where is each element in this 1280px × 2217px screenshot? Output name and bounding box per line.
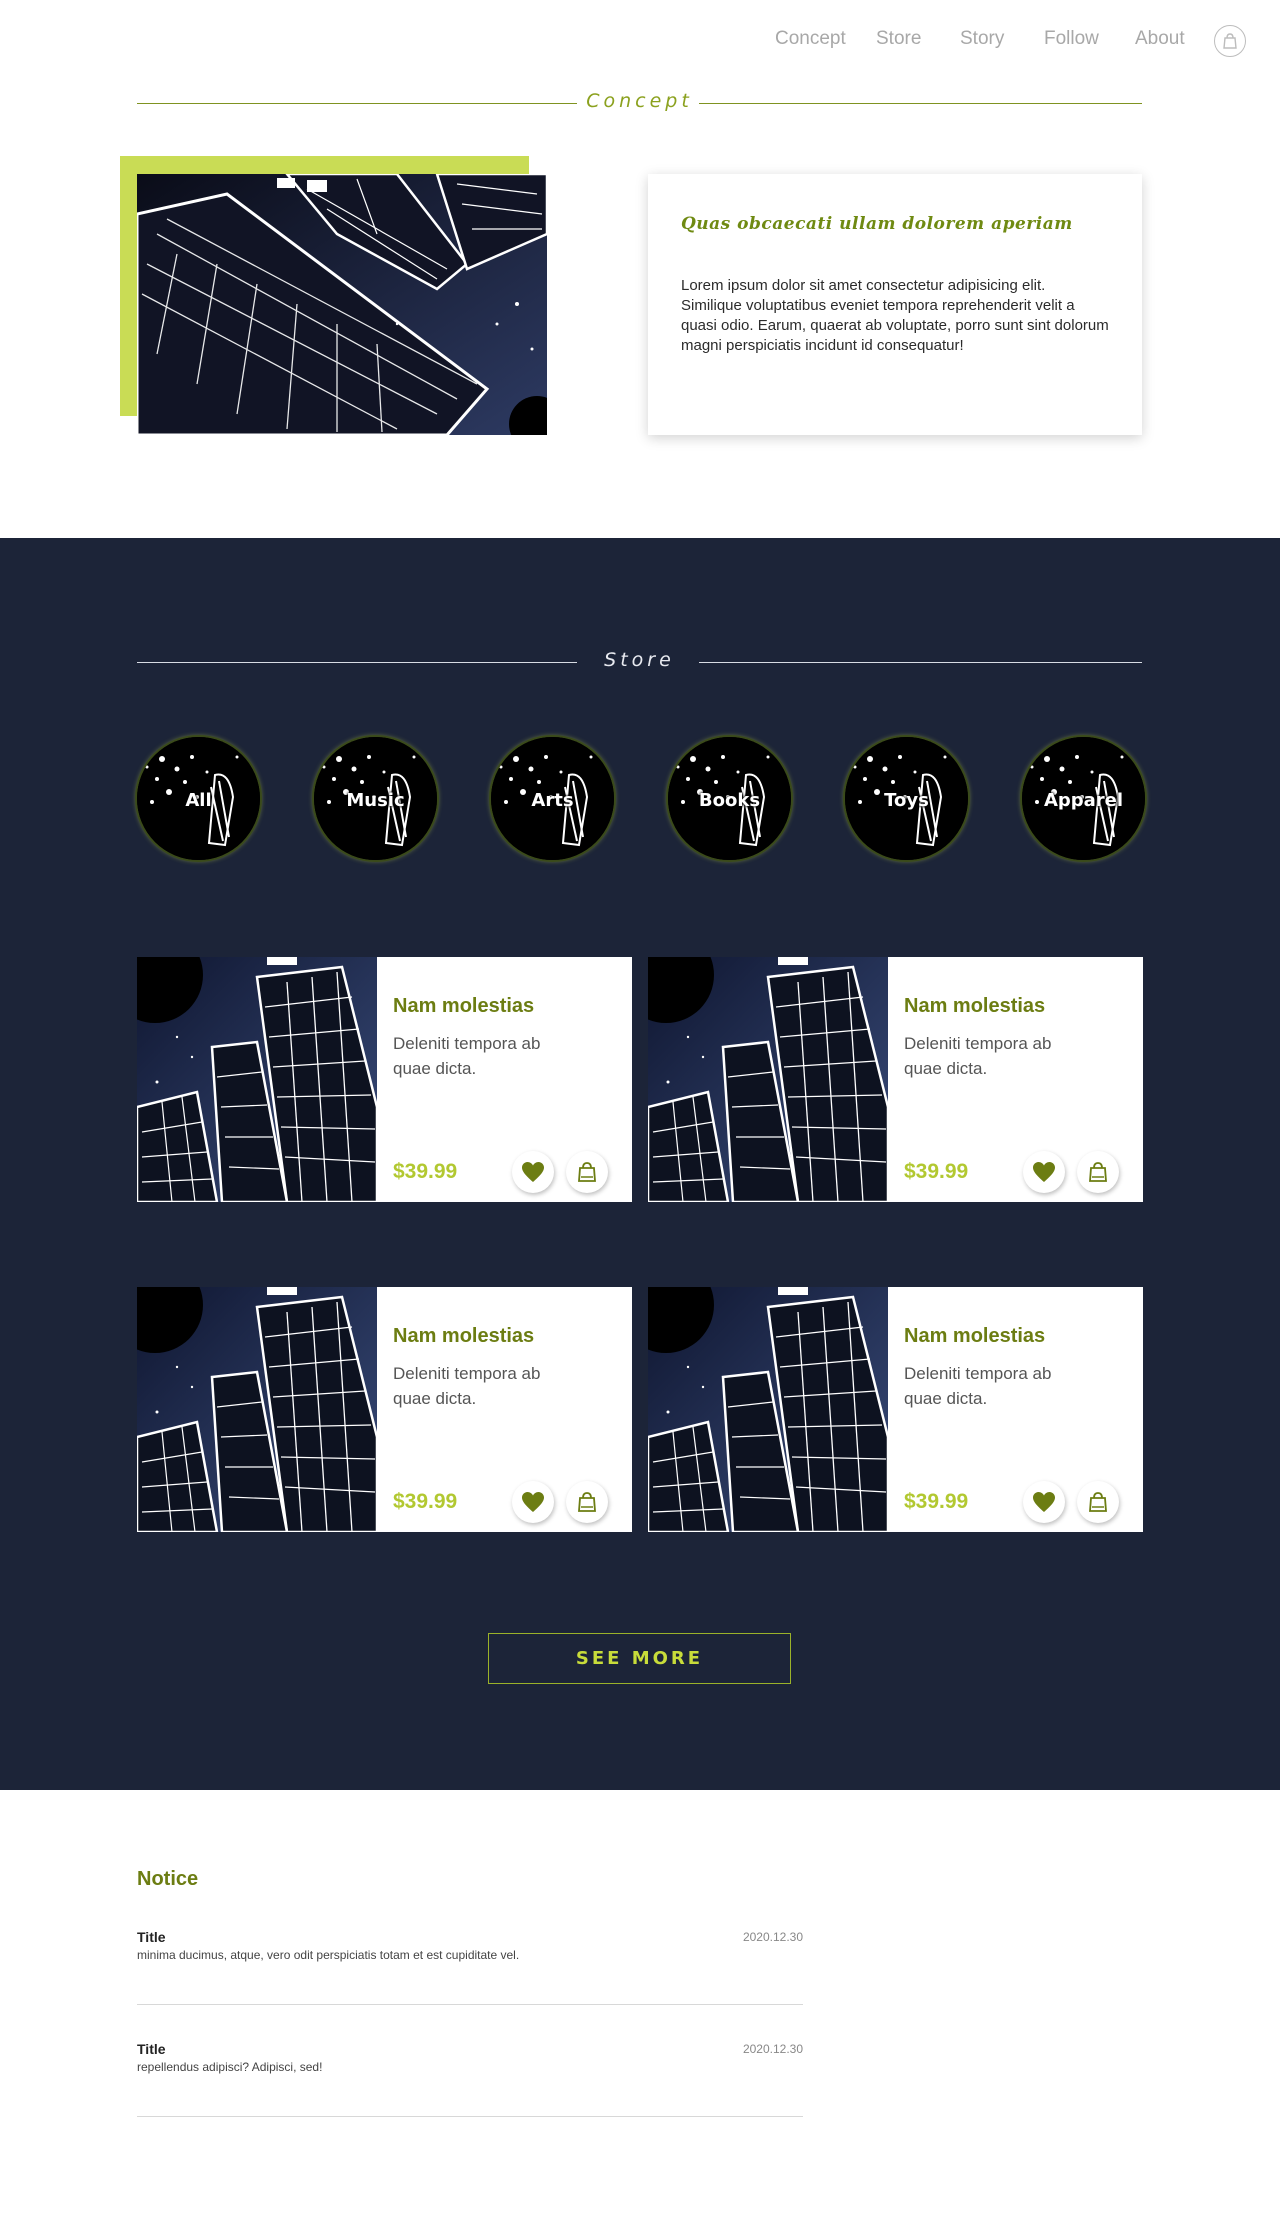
heart-icon	[1033, 1492, 1055, 1512]
notice-item[interactable]: Title repellendus adipisci? Adipisci, se…	[137, 2005, 803, 2117]
product-card[interactable]: Nam molestias Deleniti tempora ab quae di…	[137, 1287, 632, 1532]
notice-date: 2020.12.30	[742, 2042, 803, 2056]
concept-card: Quas obcaecati ullam dolorem aperiam Lor…	[648, 174, 1142, 435]
add-to-cart-button[interactable]	[566, 1481, 608, 1523]
product-price: $39.99	[904, 1490, 969, 1513]
heart-icon	[522, 1162, 544, 1182]
wishlist-button[interactable]	[512, 1481, 554, 1523]
shopping-bag-icon	[578, 1162, 596, 1182]
category-label: Music	[346, 790, 405, 811]
product-name: Nam molestias	[393, 1325, 535, 1347]
wishlist-button[interactable]	[1023, 1481, 1065, 1523]
nav-link-story[interactable]: Story	[960, 28, 1004, 50]
notice-body: repellendus adipisci? Adipisci, sed!	[137, 2060, 323, 2074]
product-price: $39.99	[393, 1160, 458, 1183]
product-card[interactable]: Nam molestias Deleniti tempora ab quae di…	[648, 957, 1143, 1202]
nav-link-about[interactable]: About	[1135, 28, 1185, 50]
category-label: Toys	[884, 790, 929, 811]
add-to-cart-button[interactable]	[566, 1151, 608, 1193]
product-price: $39.99	[393, 1490, 458, 1513]
store-heading: Store	[604, 649, 675, 671]
product-name: Nam molestias	[904, 995, 1046, 1017]
category-label: Books	[698, 790, 761, 811]
product-description: Deleniti tempora ab quae dicta.	[393, 1364, 541, 1408]
product-image	[648, 957, 888, 1202]
heart-icon	[522, 1492, 544, 1512]
shopping-bag-icon	[578, 1492, 596, 1512]
category-label: All	[185, 790, 212, 811]
category-toys[interactable]: Toys	[845, 737, 968, 860]
shopping-bag-icon	[1089, 1162, 1107, 1182]
product-description: Deleniti tempora ab quae dicta.	[904, 1034, 1052, 1078]
notice-title: Title	[137, 2041, 166, 2057]
store-section-header: Store	[137, 647, 1142, 677]
category-apparel[interactable]: Apparel	[1022, 737, 1145, 860]
wishlist-button[interactable]	[512, 1151, 554, 1193]
product-card[interactable]: Nam molestias Deleniti tempora ab quae di…	[137, 957, 632, 1202]
notice-date: 2020.12.30	[742, 1930, 803, 1944]
cart-button[interactable]	[1214, 25, 1246, 57]
top-nav: Concept Store Story Follow About	[0, 0, 1280, 80]
notice-body: minima ducimus, atque, vero odit perspic…	[137, 1948, 520, 1962]
category-music[interactable]: Music	[314, 737, 437, 860]
concept-heading: Concept	[586, 90, 693, 112]
concept-section-header: Concept	[137, 88, 1142, 118]
category-arts[interactable]: Arts	[491, 737, 614, 860]
nav-link-follow[interactable]: Follow	[1044, 28, 1099, 50]
nav-link-concept[interactable]: Concept	[775, 28, 846, 50]
concept-card-text: Lorem ipsum dolor sit amet consectetur a…	[681, 277, 1109, 354]
product-image	[137, 1287, 377, 1532]
notice-heading: Notice	[137, 1868, 199, 1890]
shopping-bag-icon	[1089, 1492, 1107, 1512]
see-more-button[interactable]: SEE MORE	[488, 1633, 791, 1684]
add-to-cart-button[interactable]	[1077, 1151, 1119, 1193]
notice-title: Title	[137, 1929, 166, 1945]
product-name: Nam molestias	[393, 995, 535, 1017]
concept-card-title: Quas obcaecati ullam dolorem aperiam	[681, 214, 1073, 234]
product-description: Deleniti tempora ab quae dicta.	[904, 1364, 1052, 1408]
shopping-bag-icon	[1223, 33, 1237, 49]
product-image	[137, 957, 377, 1202]
category-label: Apparel	[1043, 790, 1124, 811]
product-description: Deleniti tempora ab quae dicta.	[393, 1034, 541, 1078]
product-price: $39.99	[904, 1160, 969, 1183]
product-image	[648, 1287, 888, 1532]
nav-link-store[interactable]: Store	[876, 28, 921, 50]
add-to-cart-button[interactable]	[1077, 1481, 1119, 1523]
notice-item[interactable]: Title minima ducimus, atque, vero odit p…	[137, 1893, 803, 2005]
category-label: Arts	[531, 790, 574, 811]
product-name: Nam molestias	[904, 1325, 1046, 1347]
product-card[interactable]: Nam molestias Deleniti tempora ab quae di…	[648, 1287, 1143, 1532]
wishlist-button[interactable]	[1023, 1151, 1065, 1193]
category-books[interactable]: Books	[668, 737, 791, 860]
concept-image	[137, 174, 547, 435]
heart-icon	[1033, 1162, 1055, 1182]
category-all[interactable]: All	[137, 737, 260, 860]
